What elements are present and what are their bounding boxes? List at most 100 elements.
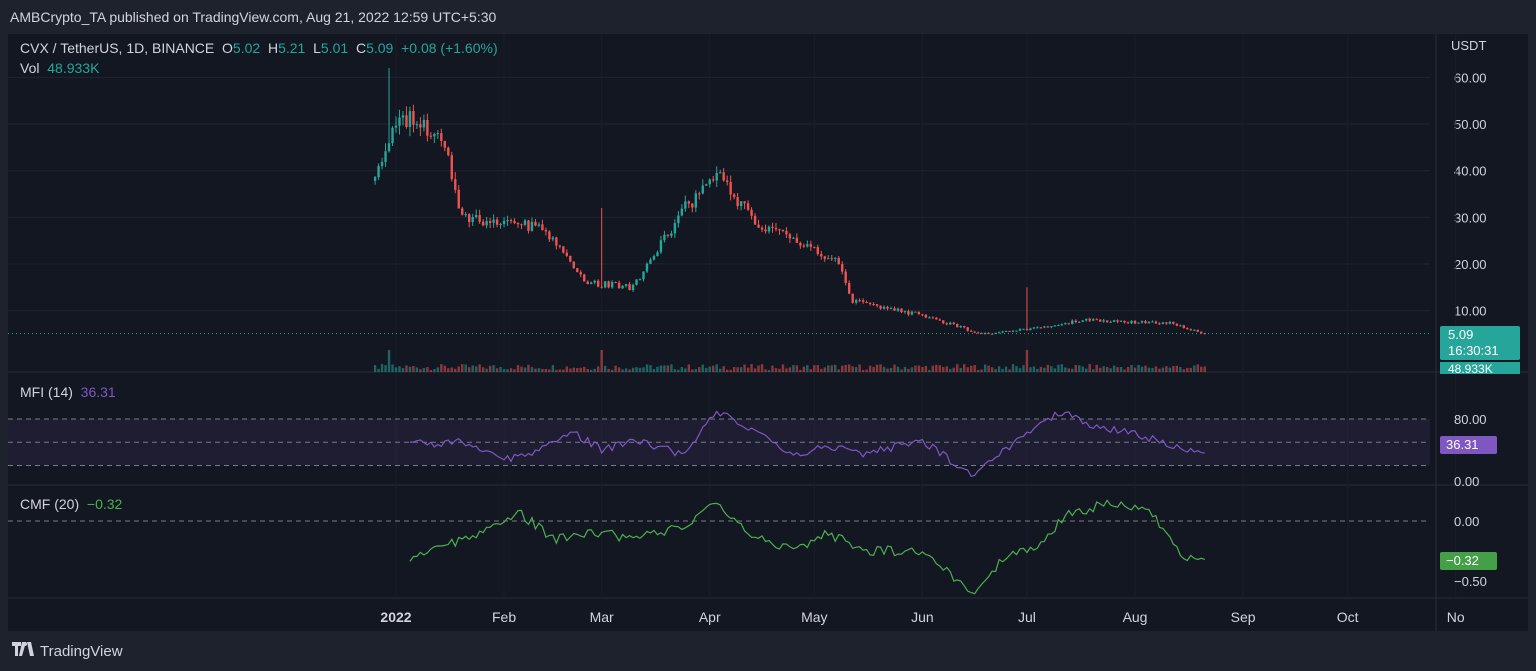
volume-bar: [764, 369, 767, 372]
candle-body: [976, 332, 980, 334]
candle-body: [952, 322, 955, 325]
candle-body: [527, 220, 530, 231]
candle-body: [687, 201, 691, 204]
volume-bar: [879, 364, 882, 372]
volume-bar: [405, 365, 408, 372]
volume-bar: [1060, 364, 1064, 372]
candle-body: [868, 303, 872, 305]
volume-bar: [928, 369, 931, 372]
volume-tag-value: 48.933K: [1448, 362, 1493, 374]
chart-area[interactable]: 60.00 50.00 40.00 30.00 20.00 10.00 80.00 0.00 0…: [8, 34, 1528, 631]
volume-bar: [1057, 364, 1060, 372]
candle-body: [921, 314, 924, 316]
candle-body: [1036, 327, 1039, 329]
candle-body: [450, 155, 453, 180]
volume-bar: [802, 366, 806, 372]
time-tick-label: Aug: [1123, 609, 1148, 625]
cmf-badge: −0.32: [1440, 552, 1497, 570]
candle-body: [816, 247, 820, 255]
publish-header: AMBCrypto_TA published on TradingView.co…: [0, 0, 1536, 34]
candle-body: [523, 220, 527, 225]
volume-bar: [471, 365, 474, 372]
volume-bar: [715, 364, 718, 372]
volume-bar: [1043, 367, 1046, 372]
time-tick-label: Apr: [699, 609, 721, 625]
candle-body: [1098, 319, 1102, 322]
volume-bar: [705, 367, 708, 372]
volume-bar: [502, 369, 506, 372]
volume-tag: 48.933K: [1440, 362, 1520, 374]
volume-bar: [677, 369, 680, 372]
volume-bar: [1032, 366, 1036, 372]
close-value: 5.09: [366, 40, 394, 56]
time-tick-label: Jul: [1018, 609, 1036, 625]
volume-bar: [1186, 367, 1189, 372]
mfi-badge: 36.31: [1440, 436, 1497, 454]
candle-body: [541, 224, 544, 231]
candle-body: [1133, 320, 1137, 324]
time-tick-label: Mar: [590, 609, 614, 625]
candle-body: [624, 284, 628, 286]
candle-body: [910, 311, 914, 315]
volume-bar: [624, 368, 628, 372]
volume-bar: [593, 368, 596, 372]
volume-bar: [1161, 367, 1165, 372]
volume-bar: [433, 369, 436, 372]
candle-body: [973, 331, 976, 333]
volume-bar: [837, 369, 840, 372]
tradingview-brand[interactable]: TradingView: [12, 641, 123, 661]
volume-bar: [1029, 367, 1032, 372]
candle-body: [1074, 320, 1077, 323]
volume-bar: [481, 367, 485, 372]
volume-bar: [816, 365, 820, 372]
mfi-label[interactable]: MFI (14): [20, 384, 73, 400]
volume-bar: [401, 368, 405, 372]
symbol-label[interactable]: CVX / TetherUS, 1D, BINANCE: [20, 40, 214, 56]
volume-bar: [1196, 364, 1199, 372]
candle-body: [834, 257, 837, 259]
candle-body: [1060, 324, 1064, 326]
volume-bar: [1172, 365, 1175, 372]
volume-bar: [1015, 366, 1018, 372]
vol-label[interactable]: Vol: [20, 60, 39, 76]
volume-bar: [736, 367, 739, 372]
candle-body: [387, 143, 391, 152]
volume-bar: [1102, 366, 1105, 372]
open-value: 5.02: [232, 40, 261, 56]
candle-body: [440, 133, 443, 141]
candle-body: [569, 255, 572, 262]
candle-body: [401, 115, 405, 118]
candle-body: [799, 242, 802, 246]
high-value: 5.21: [278, 40, 306, 56]
volume-bar: [753, 368, 757, 372]
candle-body: [778, 229, 781, 231]
volume-bar: [1105, 367, 1109, 372]
volume-bar: [673, 369, 677, 372]
candle-body: [680, 208, 684, 216]
candle-body: [603, 281, 607, 288]
currency-label[interactable]: USDT: [1451, 38, 1486, 53]
volume-bar: [931, 365, 935, 372]
candle-body: [502, 220, 506, 224]
change-value: +0.08 (+1.60%): [401, 40, 498, 56]
candle-body: [872, 304, 875, 306]
candle-body: [830, 258, 833, 260]
volume-bar: [1165, 366, 1168, 372]
volume-bar: [454, 368, 457, 372]
volume-bar: [1008, 369, 1011, 372]
candle-body: [820, 254, 823, 257]
volume-bar: [861, 369, 865, 372]
volume-bar: [778, 368, 781, 372]
cmf-label[interactable]: CMF (20): [20, 496, 79, 512]
candle-body: [1140, 321, 1144, 323]
volume-bar: [419, 369, 422, 372]
candle-body: [544, 230, 548, 232]
candle-body: [635, 279, 638, 285]
volume-bar: [461, 364, 464, 372]
candle-body: [722, 172, 725, 181]
chart-svg[interactable]: 60.00 50.00 40.00 30.00 20.00 10.00 80.00 0.00 0…: [8, 34, 1528, 631]
volume-bar: [1095, 364, 1098, 372]
time-tick-label: 2022: [380, 609, 411, 625]
volume-bar: [976, 369, 980, 372]
candle-body: [1071, 320, 1074, 324]
